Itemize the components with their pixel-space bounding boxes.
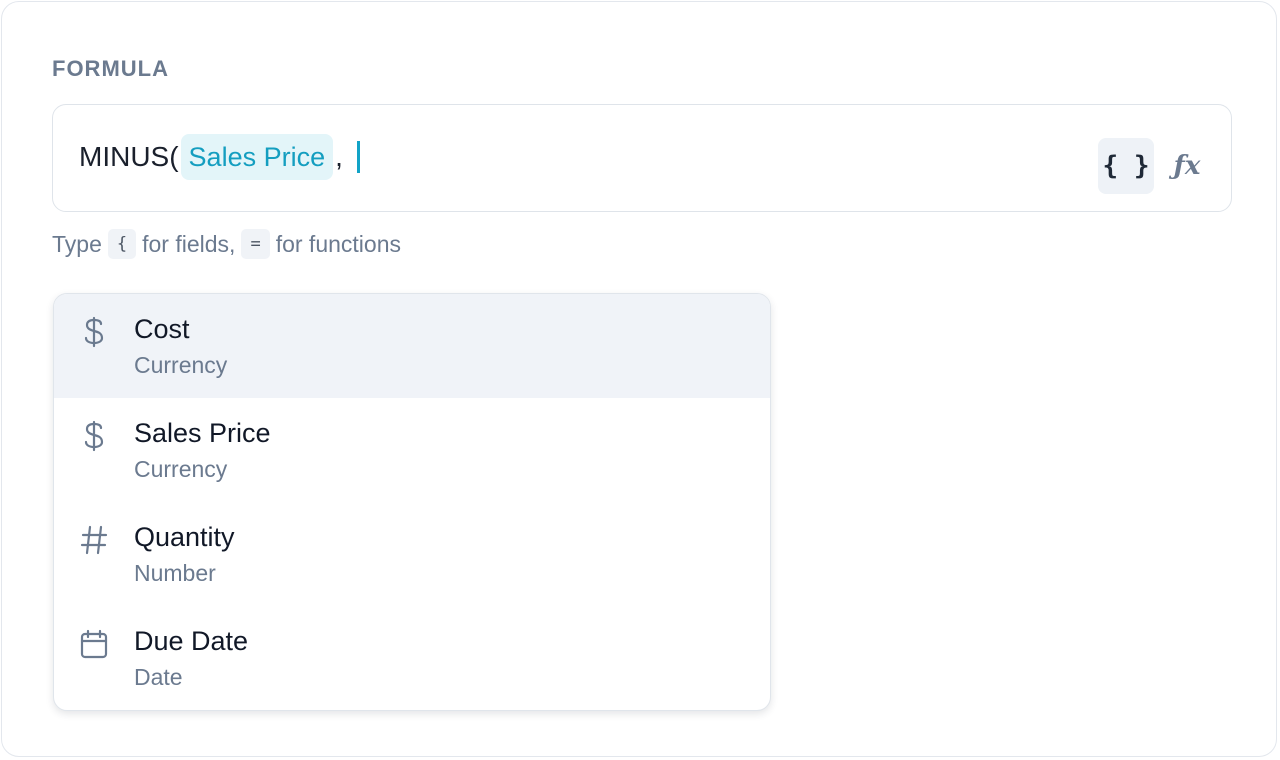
suggestion-type: Date [134, 664, 183, 690]
braces-icon: { } [1102, 151, 1150, 181]
formula-editor[interactable]: MINUS( Sales Price , { } ƒx [52, 104, 1232, 212]
suggestion-item-due-date[interactable]: Due Date Date [54, 606, 770, 710]
field-token-chip[interactable]: Sales Price [180, 134, 334, 180]
suggestion-item-quantity[interactable]: Quantity Number [54, 502, 770, 606]
function-icon: ƒx [1173, 151, 1201, 181]
argument-separator: , [335, 141, 343, 172]
formula-content[interactable]: MINUS( Sales Price , [79, 133, 360, 181]
dollar-icon [78, 418, 110, 454]
suggestion-item-cost[interactable]: Cost Currency [54, 294, 770, 398]
insert-function-button[interactable]: ƒx [1159, 138, 1215, 194]
suggestion-type: Currency [134, 456, 228, 482]
field-suggestions-dropdown: Cost Currency Sales Price Currency Quant… [53, 293, 771, 711]
suggestion-name: Due Date [134, 626, 249, 656]
text-cursor [356, 141, 360, 173]
suggestion-name: Quantity [134, 522, 235, 552]
function-name: MINUS( [79, 141, 179, 172]
suggestion-type: Currency [134, 352, 228, 378]
hint-suffix: for functions [275, 230, 401, 257]
formula-label: FORMULA [52, 56, 169, 81]
hash-icon [78, 522, 110, 558]
functions-shortcut-key: = [241, 229, 270, 259]
formula-hint: Type { for fields, = for functions [52, 229, 401, 259]
suggestion-name: Sales Price [134, 418, 271, 448]
suggestion-type: Number [134, 560, 216, 586]
suggestion-name: Cost [134, 314, 190, 344]
hint-middle: for fields, [142, 230, 236, 257]
insert-field-button[interactable]: { } [1098, 138, 1154, 194]
hint-prefix: Type [52, 230, 102, 257]
calendar-icon [78, 626, 110, 662]
dollar-icon [78, 314, 110, 350]
suggestion-item-sales-price[interactable]: Sales Price Currency [54, 398, 770, 502]
formula-card: FORMULA MINUS( Sales Price , { } ƒx Type… [1, 1, 1277, 757]
fields-shortcut-key: { [107, 229, 137, 259]
